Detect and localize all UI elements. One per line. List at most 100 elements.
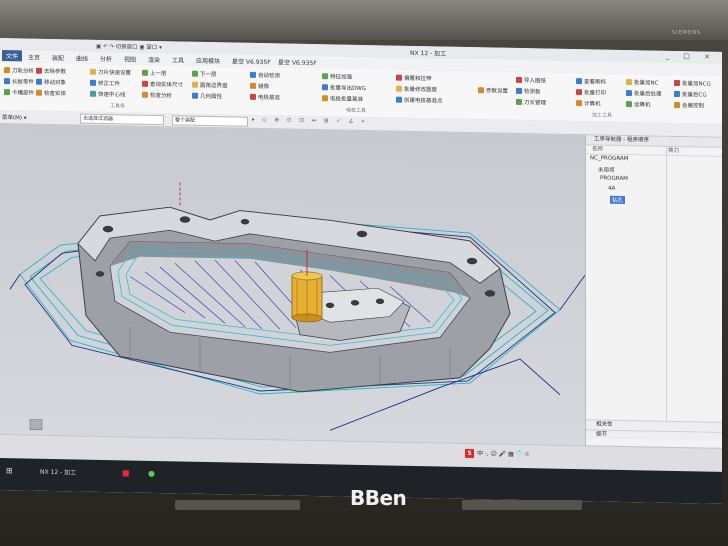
ribbon-item[interactable]: 查看刷标 — [576, 77, 606, 86]
operation-navigator: 工序导航器 - 程序顺序 名称 换刀 NC_PROGRAM 未用项 PROGRA… — [585, 135, 722, 448]
group-label-tools: 工具条 — [110, 103, 126, 110]
tree-item-program[interactable]: PROGRAM — [600, 176, 628, 183]
taskbar-nx-app[interactable]: NX 12 - 加工 — [40, 467, 76, 477]
ribbon-item[interactable]: 创建电极基准点 — [396, 96, 443, 104]
ribbon-item[interactable]: 计算机 — [576, 99, 601, 108]
tab-curve[interactable]: 曲线 — [76, 53, 88, 62]
menu-button[interactable]: 菜单(M) ▾ — [2, 113, 27, 121]
ribbon-item[interactable]: 导入图纸 — [516, 76, 546, 84]
tab-tools[interactable]: 工具 — [172, 55, 184, 64]
tool-icon — [250, 82, 256, 89]
tool-icon — [90, 68, 96, 75]
ribbon-item[interactable]: 电极批量基准 — [322, 94, 363, 103]
panel-details[interactable]: 细节 — [586, 429, 722, 442]
tab-home[interactable]: 主页 — [28, 53, 40, 62]
tool-icon — [626, 90, 632, 97]
tool-icon — [36, 89, 42, 96]
wechat-icon[interactable]: ● — [148, 469, 155, 478]
tool-icon — [192, 70, 198, 77]
column-divider — [666, 145, 667, 421]
sogou-icon: S — [465, 448, 474, 459]
nx-window: ▣ ↶ ↷ 切换窗口 ▣ 窗口 ▾ NX 12 - 加工 _ □ × 文件 主页… — [0, 38, 722, 504]
ribbon-item[interactable]: 刀轨分析 — [4, 66, 34, 75]
ribbon-item[interactable]: 检测板 — [516, 87, 541, 95]
ribbon-item[interactable]: 批量加NC — [626, 78, 658, 87]
ribbon-item[interactable]: 长板零件 — [4, 77, 34, 86]
start-button[interactable]: ⊞ — [6, 466, 13, 475]
scope-dropdown[interactable]: 整个装配 — [172, 115, 248, 127]
ribbon-item[interactable]: 卡槽部件 — [4, 88, 34, 97]
group-label-electrode: 电极工具 — [346, 107, 367, 115]
part-hole — [350, 300, 360, 306]
part-hole — [466, 257, 478, 265]
laptop-logo: BBen — [350, 486, 407, 510]
part-hole — [325, 302, 335, 309]
ribbon-item[interactable]: 检查分析 — [142, 91, 172, 99]
ribbon-item[interactable]: 批量修改圆度 — [396, 85, 437, 93]
ribbon-item[interactable]: 去除参数 — [36, 67, 66, 75]
tab-assembly[interactable]: 装配 — [52, 53, 64, 62]
ime-toolbar[interactable]: S中 ·, ☺ 🎤 ▦ 👕 ⁞⁞ — [465, 448, 529, 459]
ribbon-item[interactable]: 下一层 — [192, 70, 217, 78]
tree-item-nc-program[interactable]: NC_PROGRAM — [590, 155, 629, 162]
tab-xingkong-1[interactable]: 星空 V6.935F — [232, 56, 271, 66]
tab-xingkong-2[interactable]: 星空 V6.935F — [278, 57, 317, 67]
tool-icon — [90, 90, 96, 97]
tool-icon — [674, 79, 680, 87]
snap-icons[interactable]: ▸ ◇ ⊕ ⊙ ⊡ ↔ ⊞ ✓ ∠ ⌖ — [252, 117, 367, 126]
type-filter-dropdown[interactable]: 无选择过滤器 — [80, 113, 164, 126]
ribbon-item[interactable]: 修正工件 — [90, 79, 120, 87]
ribbon-item[interactable]: 批量后处理 — [626, 89, 662, 98]
tab-analysis[interactable]: 分析 — [100, 54, 112, 63]
tool-icon — [516, 98, 522, 106]
tree-item-4a[interactable]: 4A — [608, 186, 615, 192]
hinge-left — [175, 500, 300, 510]
ribbon-item[interactable]: 电极基准 — [250, 93, 280, 101]
ribbon-item[interactable]: 批量打印 — [576, 88, 606, 97]
ribbon-item[interactable]: 批量加NCG — [674, 79, 711, 88]
view-triad[interactable] — [29, 419, 43, 431]
tool-icon — [626, 101, 632, 108]
part-hole — [240, 219, 250, 225]
hinge-right — [462, 500, 582, 510]
window-controls[interactable]: _ □ × — [666, 52, 716, 61]
ribbon-item[interactable]: 几何属性 — [192, 92, 222, 100]
ribbon-item[interactable]: 批量导出DWG — [322, 83, 366, 92]
tool-icon — [192, 81, 198, 88]
tool-icon — [576, 89, 582, 96]
ribbon-item[interactable]: 镜像 — [250, 82, 269, 90]
ribbon-item[interactable]: 参数设置 — [478, 86, 508, 95]
ribbon-item[interactable]: 运算机 — [626, 100, 651, 108]
ribbon-item[interactable]: 特征加强 — [322, 72, 352, 81]
quick-access-toolbar[interactable]: ▣ ↶ ↷ 切换窗口 ▣ 窗口 ▾ — [96, 42, 162, 51]
tab-render[interactable]: 渲染 — [148, 55, 160, 64]
tool-icon — [36, 78, 42, 85]
ribbon-item[interactable]: 移动对象 — [36, 78, 66, 86]
ribbon-item[interactable]: 检查实体 — [36, 89, 66, 97]
ribbon-item[interactable]: 刀片快速设置 — [90, 68, 131, 77]
group-label-machining: 加工工具 — [592, 112, 613, 119]
column-toolchange[interactable]: 换刀 — [668, 147, 679, 155]
ribbon-item[interactable]: 批量后CG — [674, 90, 707, 99]
ribbon-item[interactable]: 快速中心线 — [90, 90, 126, 98]
tree-item-unused[interactable]: 未用项 — [598, 165, 615, 173]
ribbon-item[interactable]: 刀长管理 — [516, 98, 546, 106]
monitor-brand: SIEMENS — [672, 30, 702, 36]
tab-file[interactable]: 文件 — [2, 50, 23, 62]
graphics-viewport[interactable] — [0, 124, 585, 446]
tab-view[interactable]: 视图 — [124, 54, 136, 63]
ribbon-item[interactable]: 偏置和拉伸 — [396, 74, 432, 82]
ribbon-item[interactable]: 自动检测 — [250, 71, 280, 79]
tool-icon — [396, 96, 402, 103]
app-icon[interactable]: ■ — [122, 468, 130, 477]
ribbon-item[interactable]: 会展控制 — [674, 101, 704, 110]
column-name[interactable]: 名称 — [592, 146, 603, 152]
tool-icon — [626, 79, 632, 86]
ribbon-item[interactable]: 查询实体尺寸 — [142, 80, 183, 89]
tool-icon — [674, 101, 680, 109]
ribbon-item[interactable]: 上一层 — [142, 69, 167, 77]
tree-item-drill[interactable]: 钻孔 — [610, 195, 626, 205]
tab-application[interactable]: 应用模块 — [196, 56, 220, 65]
ribbon-item[interactable]: 圆角边界盘 — [192, 81, 228, 89]
tool-icon — [4, 67, 10, 74]
